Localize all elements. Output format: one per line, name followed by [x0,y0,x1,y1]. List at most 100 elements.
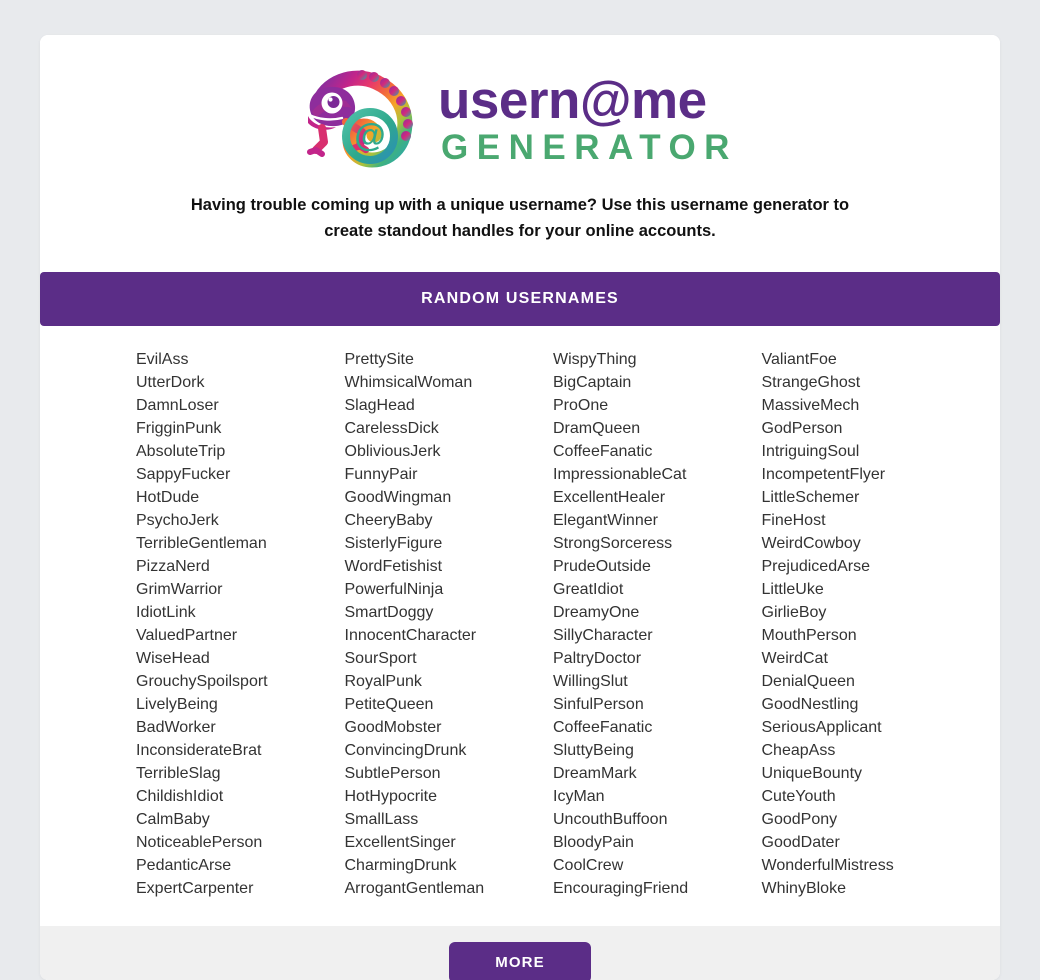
username-item[interactable]: CharmingDrunk [345,854,554,877]
username-item[interactable]: IncompetentFlyer [762,463,971,486]
username-item[interactable]: WispyThing [553,348,762,371]
username-item[interactable]: GirlieBoy [762,601,971,624]
username-item[interactable]: UniqueBounty [762,762,971,785]
username-item[interactable]: GoodNestling [762,693,971,716]
username-item[interactable]: WhimsicalWoman [345,371,554,394]
username-item[interactable]: WiseHead [136,647,345,670]
username-item[interactable]: GrouchySpoilsport [136,670,345,693]
username-item[interactable]: HotHypocrite [345,785,554,808]
username-item[interactable]: CalmBaby [136,808,345,831]
username-item[interactable]: PowerfulNinja [345,578,554,601]
username-item[interactable]: SinfulPerson [553,693,762,716]
username-item[interactable]: SappyFucker [136,463,345,486]
username-item[interactable]: PsychoJerk [136,509,345,532]
username-item[interactable]: SubtlePerson [345,762,554,785]
username-item[interactable]: NoticeablePerson [136,831,345,854]
username-item[interactable]: LittleSchemer [762,486,971,509]
username-item[interactable]: PaltryDoctor [553,647,762,670]
username-item[interactable]: IdiotLink [136,601,345,624]
username-item[interactable]: WordFetishist [345,555,554,578]
username-item[interactable]: ArrogantGentleman [345,877,554,900]
footer: MORE [40,926,1000,980]
username-item[interactable]: TerribleGentleman [136,532,345,555]
username-item[interactable]: PetiteQueen [345,693,554,716]
username-item[interactable]: TerribleSlag [136,762,345,785]
username-item[interactable]: ValuedPartner [136,624,345,647]
username-item[interactable]: ValiantFoe [762,348,971,371]
username-item[interactable]: CheeryBaby [345,509,554,532]
username-item[interactable]: DenialQueen [762,670,971,693]
username-item[interactable]: DreamMark [553,762,762,785]
username-item[interactable]: WonderfulMistress [762,854,971,877]
generator-card: @ usern@me GENERATOR Having trouble comi… [40,35,1000,980]
usernames-area: EvilAss UtterDork DamnLoser FrigginPunk Abso… [40,326,1000,927]
username-item[interactable]: DamnLoser [136,394,345,417]
username-item[interactable]: CarelessDick [345,417,554,440]
username-item[interactable]: SmallLass [345,808,554,831]
username-item[interactable]: SlagHead [345,394,554,417]
username-item[interactable]: PrettySite [345,348,554,371]
username-item[interactable]: CuteYouth [762,785,971,808]
username-item[interactable]: StrangeGhost [762,371,971,394]
username-item[interactable]: FunnyPair [345,463,554,486]
username-item[interactable]: BadWorker [136,716,345,739]
username-item[interactable]: DreamyOne [553,601,762,624]
username-item[interactable]: GreatIdiot [553,578,762,601]
username-item[interactable]: InnocentCharacter [345,624,554,647]
username-item[interactable]: IntriguingSoul [762,440,971,463]
username-item[interactable]: InconsiderateBrat [136,739,345,762]
username-item[interactable]: ImpressionableCat [553,463,762,486]
username-item[interactable]: LittleUke [762,578,971,601]
username-item[interactable]: GoodMobster [345,716,554,739]
username-item[interactable]: GodPerson [762,417,971,440]
username-item[interactable]: SluttyBeing [553,739,762,762]
username-item[interactable]: CoffeeFanatic [553,440,762,463]
username-item[interactable]: WeirdCat [762,647,971,670]
username-item[interactable]: HotDude [136,486,345,509]
username-item[interactable]: EvilAss [136,348,345,371]
username-item[interactable]: RoyalPunk [345,670,554,693]
username-item[interactable]: ProOne [553,394,762,417]
username-item[interactable]: ChildishIdiot [136,785,345,808]
username-item[interactable]: MouthPerson [762,624,971,647]
username-item[interactable]: SillyCharacter [553,624,762,647]
username-item[interactable]: WillingSlut [553,670,762,693]
username-item[interactable]: WeirdCowboy [762,532,971,555]
username-item[interactable]: AbsoluteTrip [136,440,345,463]
username-item[interactable]: CoolCrew [553,854,762,877]
username-item[interactable]: GoodPony [762,808,971,831]
username-item[interactable]: EncouragingFriend [553,877,762,900]
username-item[interactable]: WhinyBloke [762,877,971,900]
username-item[interactable]: IcyMan [553,785,762,808]
username-item[interactable]: ObliviousJerk [345,440,554,463]
username-item[interactable]: FrigginPunk [136,417,345,440]
username-item[interactable]: PrudeOutside [553,555,762,578]
username-item[interactable]: ElegantWinner [553,509,762,532]
username-item[interactable]: GoodDater [762,831,971,854]
username-item[interactable]: PizzaNerd [136,555,345,578]
more-button[interactable]: MORE [449,942,591,980]
username-item[interactable]: ExcellentSinger [345,831,554,854]
username-item[interactable]: GrimWarrior [136,578,345,601]
username-item[interactable]: FineHost [762,509,971,532]
username-item[interactable]: UtterDork [136,371,345,394]
username-item[interactable]: ExpertCarpenter [136,877,345,900]
username-item[interactable]: SmartDoggy [345,601,554,624]
username-item[interactable]: LivelyBeing [136,693,345,716]
username-item[interactable]: CheapAss [762,739,971,762]
username-item[interactable]: BloodyPain [553,831,762,854]
username-item[interactable]: CoffeeFanatic [553,716,762,739]
username-item[interactable]: MassiveMech [762,394,971,417]
username-item[interactable]: SisterlyFigure [345,532,554,555]
username-item[interactable]: DramQueen [553,417,762,440]
username-item[interactable]: BigCaptain [553,371,762,394]
username-item[interactable]: PedanticArse [136,854,345,877]
username-item[interactable]: ConvincingDrunk [345,739,554,762]
username-item[interactable]: UncouthBuffoon [553,808,762,831]
username-item[interactable]: ExcellentHealer [553,486,762,509]
username-item[interactable]: PrejudicedArse [762,555,971,578]
username-item[interactable]: GoodWingman [345,486,554,509]
username-item[interactable]: StrongSorceress [553,532,762,555]
username-item[interactable]: SourSport [345,647,554,670]
username-item[interactable]: SeriousApplicant [762,716,971,739]
